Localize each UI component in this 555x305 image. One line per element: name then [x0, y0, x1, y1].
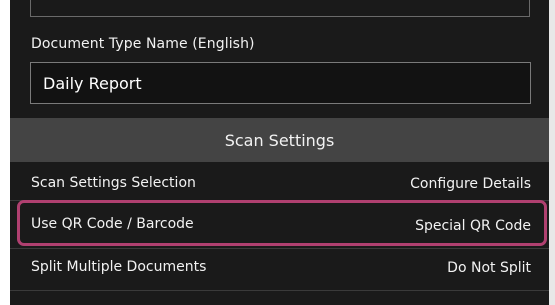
row-value: Do Not Split: [447, 260, 531, 276]
previous-field[interactable]: [30, 0, 530, 17]
selected-row-highlight: [17, 200, 547, 246]
divider: [10, 290, 549, 291]
row-split-multiple-documents[interactable]: Split Multiple Documents Do Not Split: [10, 248, 549, 294]
document-type-name-value: Daily Report: [43, 74, 142, 93]
settings-panel: Document Type Name (English) Daily Repor…: [10, 0, 549, 305]
document-type-name-label: Document Type Name (English): [31, 36, 255, 52]
scan-settings-header: Scan Settings: [10, 118, 549, 162]
document-type-name-input[interactable]: Daily Report: [30, 62, 531, 104]
row-label: Split Multiple Documents: [31, 259, 207, 275]
row-label: Scan Settings Selection: [31, 175, 196, 191]
row-value: Configure Details: [410, 176, 531, 192]
scrollbar-track[interactable]: [549, 0, 555, 305]
